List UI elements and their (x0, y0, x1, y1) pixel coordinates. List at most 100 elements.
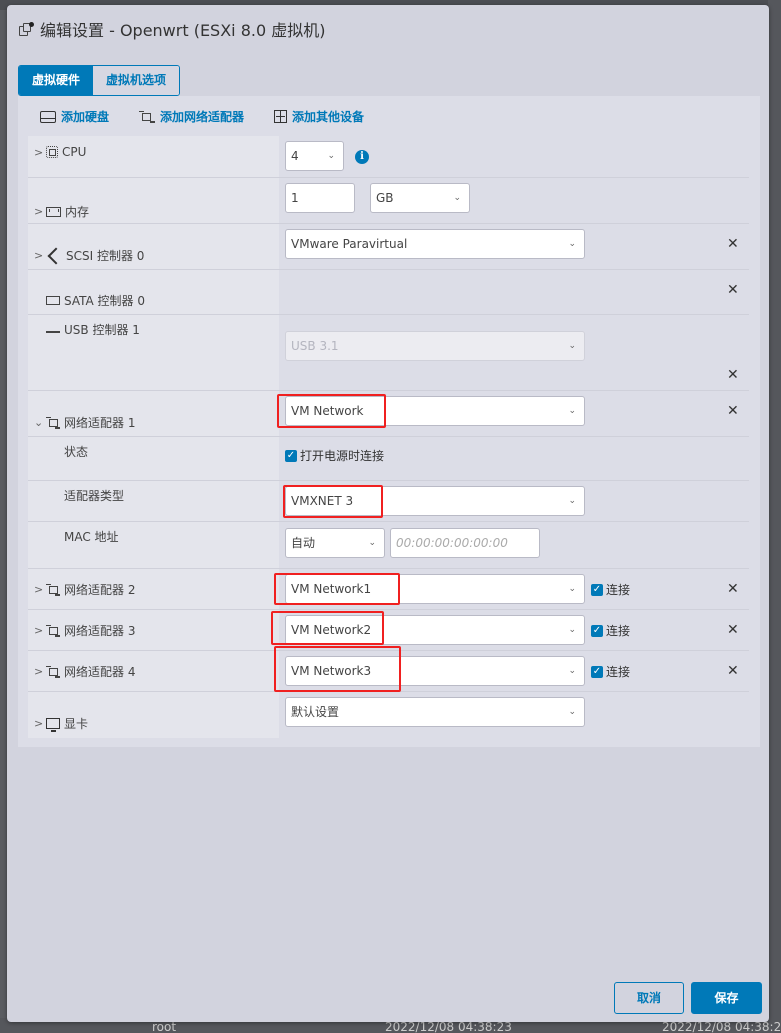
chevron-right-icon: > (34, 145, 44, 159)
hardware-row-network-adapter-2: > 网络适配器 2 VM Network1 ⌄ ✓ 连接 ✕ (28, 569, 749, 610)
hardware-row-sata: SATA 控制器 0 ✕ (28, 270, 749, 315)
connect-label: 连接 (606, 665, 631, 679)
network-adapter-2-expander[interactable]: > 网络适配器 2 (34, 581, 135, 598)
network-adapter-icon (46, 665, 60, 678)
connect-label: 连接 (606, 624, 631, 638)
connect-at-power-on-checkbox[interactable]: ✓ 打开电源时连接 (285, 447, 384, 464)
video-card-select[interactable]: 默认设置 ⌄ (285, 697, 585, 727)
add-network-adapter-label: 添加网络适配器 (160, 110, 245, 124)
tab-vm-options[interactable]: 虚拟机选项 (93, 66, 180, 95)
dialog-title: 编辑设置 - Openwrt (ESXi 8.0 虚拟机) (19, 17, 325, 41)
sata-icon (46, 296, 60, 305)
network-adapter-1-label: 网络适配器 1 (64, 416, 136, 430)
cpu-count-select[interactable]: 4 ⌄ (285, 141, 344, 171)
hard-disk-icon (40, 110, 56, 123)
chevron-right-icon: > (34, 624, 44, 637)
usb-label-group: USB 控制器 1 (46, 321, 140, 338)
network-adapter-icon (46, 583, 60, 596)
network-adapter-2-select[interactable]: VM Network1 ⌄ (285, 574, 585, 604)
adapter-type-select[interactable]: VMXNET 3 ⌄ (285, 486, 585, 516)
hardware-row-network-adapter-4: > 网络适配器 4 VM Network3 ⌄ ✓ 连接 ✕ (28, 646, 749, 692)
network-adapter-4-connect-checkbox[interactable]: ✓ 连接 (591, 663, 630, 680)
network-adapter-2-label: 网络适配器 2 (64, 583, 136, 597)
memory-size-input[interactable]: 1 (285, 183, 355, 213)
network-adapter-1-select[interactable]: VM Network ⌄ (285, 396, 585, 426)
add-other-device-label: 添加其他设备 (292, 110, 365, 124)
network-adapter-4-expander[interactable]: > 网络适配器 4 (34, 663, 135, 680)
chevron-down-icon: ⌄ (568, 625, 576, 635)
remove-usb-button[interactable]: ✕ (727, 367, 739, 383)
add-disk-button[interactable]: 添加硬盘 (40, 108, 109, 125)
cancel-button[interactable]: 取消 (614, 982, 684, 1014)
chevron-right-icon: > (34, 249, 44, 262)
network-adapter-2-connect-checkbox[interactable]: ✓ 连接 (591, 581, 630, 598)
memory-expander[interactable]: > 内存 (34, 203, 89, 220)
mac-mode-select[interactable]: 自动 ⌄ (285, 528, 385, 558)
adapter-type-label: 适配器类型 (64, 489, 125, 503)
chevron-right-icon: > (34, 583, 44, 596)
usb-icon (46, 331, 60, 333)
network-adapter-icon (46, 416, 60, 429)
network-adapter-2-value: VM Network1 (291, 582, 372, 596)
memory-unit-value: GB (376, 191, 394, 205)
network-adapter-3-select[interactable]: VM Network2 ⌄ (285, 615, 585, 645)
dialog-title-text: 编辑设置 - Openwrt (ESXi 8.0 虚拟机) (40, 21, 326, 40)
cpu-label: CPU (62, 145, 87, 159)
checkbox-checked-icon: ✓ (591, 624, 603, 637)
chevron-down-icon: ⌄ (568, 406, 576, 416)
background-right-column (768, 0, 781, 1033)
network-adapter-3-expander[interactable]: > 网络适配器 3 (34, 622, 135, 639)
adapter-type-value: VMXNET 3 (291, 494, 354, 508)
hardware-list: > CPU 4 ⌄ i > 内存 1 GB ⌄ > SCSI 控制器 0 VMw… (28, 136, 749, 738)
network-adapter-1-expander[interactable]: ⌄ 网络适配器 1 (34, 414, 135, 431)
hardware-row-cpu: > CPU 4 ⌄ i (28, 136, 749, 178)
network-adapter-icon (139, 110, 156, 123)
mac-address-label: MAC 地址 (64, 530, 119, 544)
info-icon[interactable]: i (355, 150, 369, 164)
tab-virtual-hardware[interactable]: 虚拟硬件 (19, 66, 94, 95)
network-adapter-3-connect-checkbox[interactable]: ✓ 连接 (591, 622, 630, 639)
network-adapter-icon (46, 624, 60, 637)
remove-sata-button[interactable]: ✕ (727, 282, 739, 298)
network-adapter-1-status-row: 状态 ✓ 打开电源时连接 (28, 437, 749, 481)
save-button[interactable]: 保存 (691, 982, 762, 1014)
video-card-expander[interactable]: > 显卡 (34, 715, 88, 732)
remove-network-adapter-2-button[interactable]: ✕ (727, 581, 739, 597)
remove-network-adapter-3-button[interactable]: ✕ (727, 622, 739, 638)
scsi-expander[interactable]: > SCSI 控制器 0 (34, 247, 144, 264)
mac-address-input[interactable]: 00:00:00:00:00:00 (390, 528, 540, 558)
network-adapter-4-label: 网络适配器 4 (64, 665, 136, 679)
hardware-row-network-adapter-1: ⌄ 网络适配器 1 VM Network ⌄ ✕ (28, 391, 749, 437)
network-adapter-1-value: VM Network (291, 404, 364, 418)
video-card-value: 默认设置 (291, 705, 340, 719)
network-adapter-4-select[interactable]: VM Network3 ⌄ (285, 656, 585, 686)
sata-label-group: SATA 控制器 0 (46, 292, 145, 309)
usb-type-select: USB 3.1 ⌄ (285, 331, 585, 361)
connect-label: 连接 (606, 583, 631, 597)
video-card-label: 显卡 (64, 717, 89, 731)
cpu-expander[interactable]: > CPU (34, 145, 86, 159)
memory-label: 内存 (65, 205, 90, 219)
remove-network-adapter-1-button[interactable]: ✕ (727, 403, 739, 419)
checkbox-checked-icon: ✓ (285, 449, 297, 462)
memory-unit-select[interactable]: GB ⌄ (370, 183, 470, 213)
hardware-row-scsi: > SCSI 控制器 0 VMware Paravirtual ⌄ ✕ (28, 224, 749, 270)
connect-at-power-on-label: 打开电源时连接 (300, 449, 385, 463)
cpu-icon (46, 146, 58, 158)
memory-icon (46, 206, 61, 217)
remove-network-adapter-4-button[interactable]: ✕ (727, 663, 739, 679)
add-other-device-button[interactable]: 添加其他设备 (274, 108, 364, 125)
checkbox-checked-icon: ✓ (591, 665, 603, 678)
hardware-row-memory: > 内存 1 GB ⌄ (28, 178, 749, 224)
scsi-type-value: VMware Paravirtual (291, 237, 408, 251)
vm-settings-icon (19, 21, 34, 37)
chevron-right-icon: > (34, 205, 44, 218)
add-network-adapter-button[interactable]: 添加网络适配器 (139, 108, 244, 125)
network-adapter-3-value: VM Network2 (291, 623, 372, 637)
monitor-icon (46, 718, 60, 732)
mac-mode-value: 自动 (291, 536, 316, 550)
scsi-type-select[interactable]: VMware Paravirtual ⌄ (285, 229, 585, 259)
remove-scsi-button[interactable]: ✕ (727, 236, 739, 252)
network-adapter-3-label: 网络适配器 3 (64, 624, 136, 638)
usb-label: USB 控制器 1 (64, 323, 140, 337)
